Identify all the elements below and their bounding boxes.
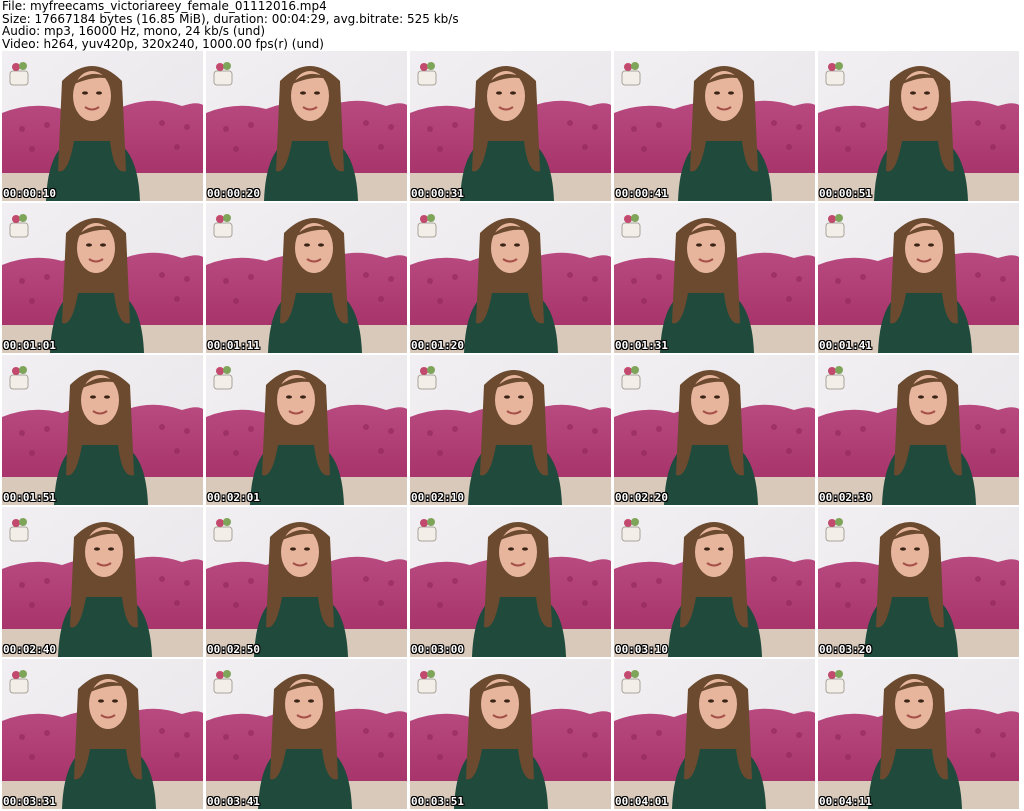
video-frame-image: [2, 507, 203, 657]
video-frame-image: [614, 659, 815, 809]
video-thumbnail: 00:00:41: [614, 51, 815, 201]
video-thumbnail: 00:01:41: [818, 203, 1019, 353]
video-thumbnail: 00:03:10: [614, 507, 815, 657]
video-thumbnail: 00:00:20: [206, 51, 407, 201]
video-thumbnail: 00:02:40: [2, 507, 203, 657]
video-frame-image: [410, 355, 611, 505]
video-frame-image: [614, 507, 815, 657]
thumbnail-timestamp: 00:00:20: [207, 187, 260, 200]
video-info-line: Video: h264, yuv420p, 320x240, 1000.00 f…: [2, 36, 324, 51]
video-thumbnail: 00:02:50: [206, 507, 407, 657]
video-frame-image: [614, 51, 815, 201]
thumbnail-timestamp: 00:01:41: [819, 339, 872, 352]
video-thumbnail: 00:03:00: [410, 507, 611, 657]
video-frame-image: [206, 203, 407, 353]
thumbnail-timestamp: 00:03:41: [207, 795, 260, 808]
video-frame-image: [206, 51, 407, 201]
video-thumbnail: 00:04:11: [818, 659, 1019, 809]
video-thumbnail: 00:01:31: [614, 203, 815, 353]
thumbnail-timestamp: 00:03:51: [411, 795, 464, 808]
thumbnail-timestamp: 00:03:10: [615, 643, 668, 656]
video-thumbnail: 00:02:20: [614, 355, 815, 505]
video-frame-image: [818, 659, 1019, 809]
video-thumbnail: 00:00:51: [818, 51, 1019, 201]
thumbnail-timestamp: 00:01:51: [3, 491, 56, 504]
thumbnail-timestamp: 00:03:20: [819, 643, 872, 656]
video-frame-image: [2, 659, 203, 809]
thumbnail-grid: 00:00:10 00:00:20 00:00:31 00:00:41 00:0…: [2, 51, 1022, 811]
video-frame-image: [206, 507, 407, 657]
thumbnail-timestamp: 00:02:40: [3, 643, 56, 656]
video-frame-image: [206, 355, 407, 505]
video-thumbnail: 00:02:30: [818, 355, 1019, 505]
thumbnail-timestamp: 00:00:41: [615, 187, 668, 200]
video-thumbnail: 00:02:10: [410, 355, 611, 505]
audio-info-line: Audio: mp3, 16000 Hz, mono, 24 kb/s (und…: [2, 24, 266, 38]
video-frame-image: [2, 51, 203, 201]
video-thumbnail: 00:01:51: [2, 355, 203, 505]
video-frame-image: [818, 507, 1019, 657]
thumbnail-timestamp: 00:00:31: [411, 187, 464, 200]
video-frame-image: [410, 203, 611, 353]
thumbnail-timestamp: 00:03:00: [411, 643, 464, 656]
thumbnail-timestamp: 00:00:51: [819, 187, 872, 200]
video-thumbnail: 00:03:20: [818, 507, 1019, 657]
thumbnail-timestamp: 00:03:31: [3, 795, 56, 808]
thumbnail-timestamp: 00:01:01: [3, 339, 56, 352]
thumbnail-timestamp: 00:04:11: [819, 795, 872, 808]
video-frame-image: [2, 355, 203, 505]
thumbnail-timestamp: 00:02:10: [411, 491, 464, 504]
video-thumbnail: 00:00:31: [410, 51, 611, 201]
video-thumbnail: 00:03:51: [410, 659, 611, 809]
thumbnail-timestamp: 00:02:50: [207, 643, 260, 656]
video-thumbnail: 00:01:11: [206, 203, 407, 353]
video-thumbnail: 00:01:20: [410, 203, 611, 353]
video-frame-image: [818, 355, 1019, 505]
video-frame-image: [614, 355, 815, 505]
file-name-line: File: myfreecams_victoriareey_female_011…: [2, 0, 327, 13]
video-frame-image: [818, 203, 1019, 353]
thumbnail-timestamp: 00:02:01: [207, 491, 260, 504]
video-frame-image: [2, 203, 203, 353]
video-thumbnail: 00:03:41: [206, 659, 407, 809]
video-frame-image: [614, 203, 815, 353]
video-frame-image: [410, 507, 611, 657]
video-frame-image: [206, 659, 407, 809]
thumbnail-timestamp: 00:01:11: [207, 339, 260, 352]
thumbnail-timestamp: 00:00:10: [3, 187, 56, 200]
video-thumbnail: 00:03:31: [2, 659, 203, 809]
thumbnail-timestamp: 00:01:31: [615, 339, 668, 352]
thumbnail-timestamp: 00:02:30: [819, 491, 872, 504]
video-frame-image: [818, 51, 1019, 201]
file-info-header: File: myfreecams_victoriareey_female_011…: [2, 0, 1022, 50]
video-frame-image: [410, 659, 611, 809]
thumbnail-timestamp: 00:04:01: [615, 795, 668, 808]
thumbnail-timestamp: 00:02:20: [615, 491, 668, 504]
thumbnail-timestamp: 00:01:20: [411, 339, 464, 352]
video-thumbnail: 00:00:10: [2, 51, 203, 201]
video-thumbnail: 00:01:01: [2, 203, 203, 353]
video-frame-image: [410, 51, 611, 201]
video-thumbnail: 00:02:01: [206, 355, 407, 505]
video-thumbnail: 00:04:01: [614, 659, 815, 809]
